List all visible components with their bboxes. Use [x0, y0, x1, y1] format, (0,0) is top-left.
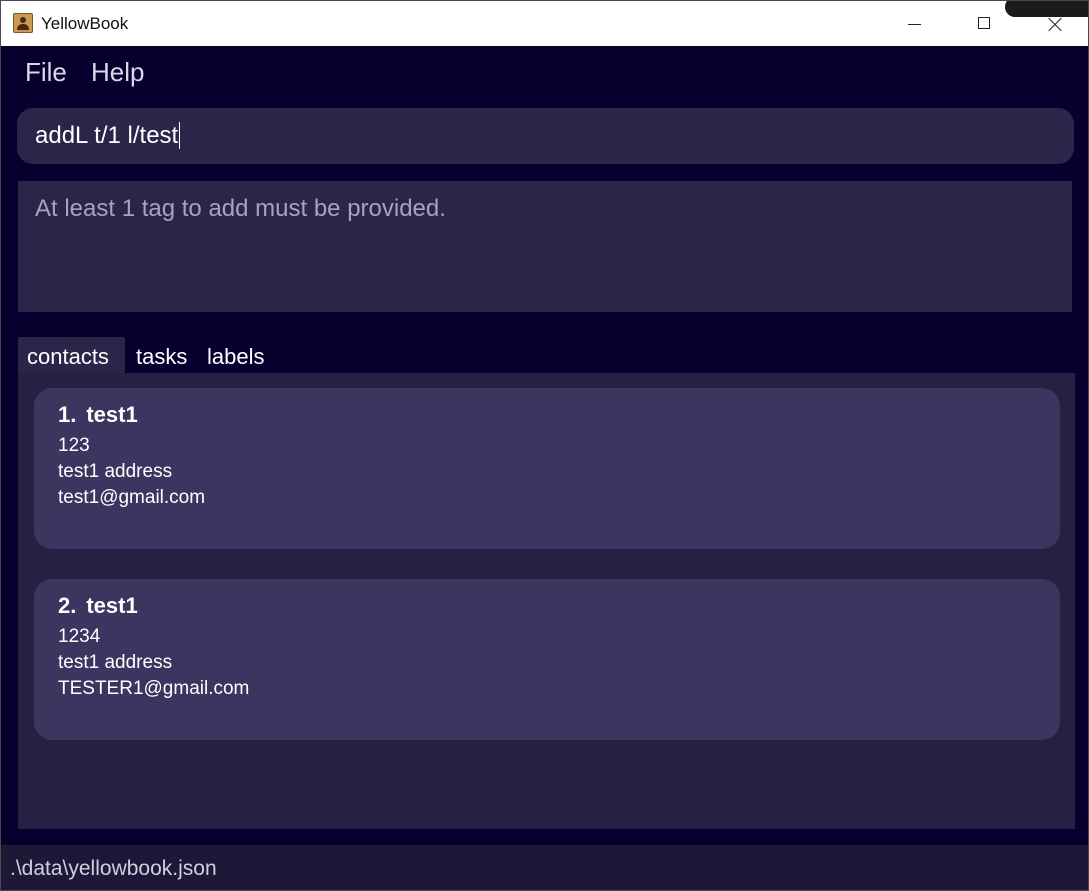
contact-name: test1	[86, 402, 138, 427]
contact-phone: 1234	[58, 626, 101, 647]
result-message: At least 1 tag to add must be provided.	[35, 195, 446, 222]
status-bar: .\data\yellowbook.json	[1, 845, 1088, 890]
contact-index: 2.	[58, 593, 77, 618]
contact-book-icon	[13, 13, 33, 33]
contact-address: test1 address	[58, 461, 173, 482]
menu-help[interactable]: Help	[91, 57, 144, 88]
result-display: At least 1 tag to add must be provided.	[18, 181, 1072, 312]
contact-address: test1 address	[58, 652, 173, 673]
minimize-button[interactable]	[891, 1, 937, 46]
overlay-edge	[1005, 1, 1088, 17]
command-input[interactable]: addL t/1 l/test	[17, 108, 1074, 164]
contact-card[interactable]: 2. test1 1234 test1 address TESTER1@gmail…	[34, 579, 1060, 740]
window-title: YellowBook	[41, 14, 129, 33]
tab-tasks[interactable]: tasks	[127, 337, 197, 373]
contact-email: TESTER1@gmail.com	[58, 678, 250, 699]
command-input-text[interactable]: addL t/1 l/test	[35, 122, 181, 149]
app-window: YellowBook File Help addL t/1 l/test At …	[0, 0, 1089, 891]
contact-title: 2. test1	[58, 593, 1036, 619]
tab-labels[interactable]: labels	[198, 337, 278, 373]
contact-list[interactable]: 1. test1 123 test1 address test1@gmail.co…	[18, 373, 1075, 829]
contact-phone: 123	[58, 435, 90, 456]
contact-index: 1.	[58, 402, 77, 427]
contact-title: 1. test1	[58, 402, 1036, 428]
contact-name: test1	[86, 593, 138, 618]
title-bar[interactable]: YellowBook	[1, 1, 1088, 46]
tab-contacts[interactable]: contacts	[18, 337, 125, 373]
contact-email: test1@gmail.com	[58, 487, 206, 508]
save-location-path: .\data\yellowbook.json	[10, 857, 217, 880]
contact-card[interactable]: 1. test1 123 test1 address test1@gmail.co…	[34, 388, 1060, 549]
menu-bar: File Help	[1, 46, 1088, 101]
maximize-button[interactable]	[961, 1, 1007, 46]
menu-file[interactable]: File	[25, 57, 67, 88]
